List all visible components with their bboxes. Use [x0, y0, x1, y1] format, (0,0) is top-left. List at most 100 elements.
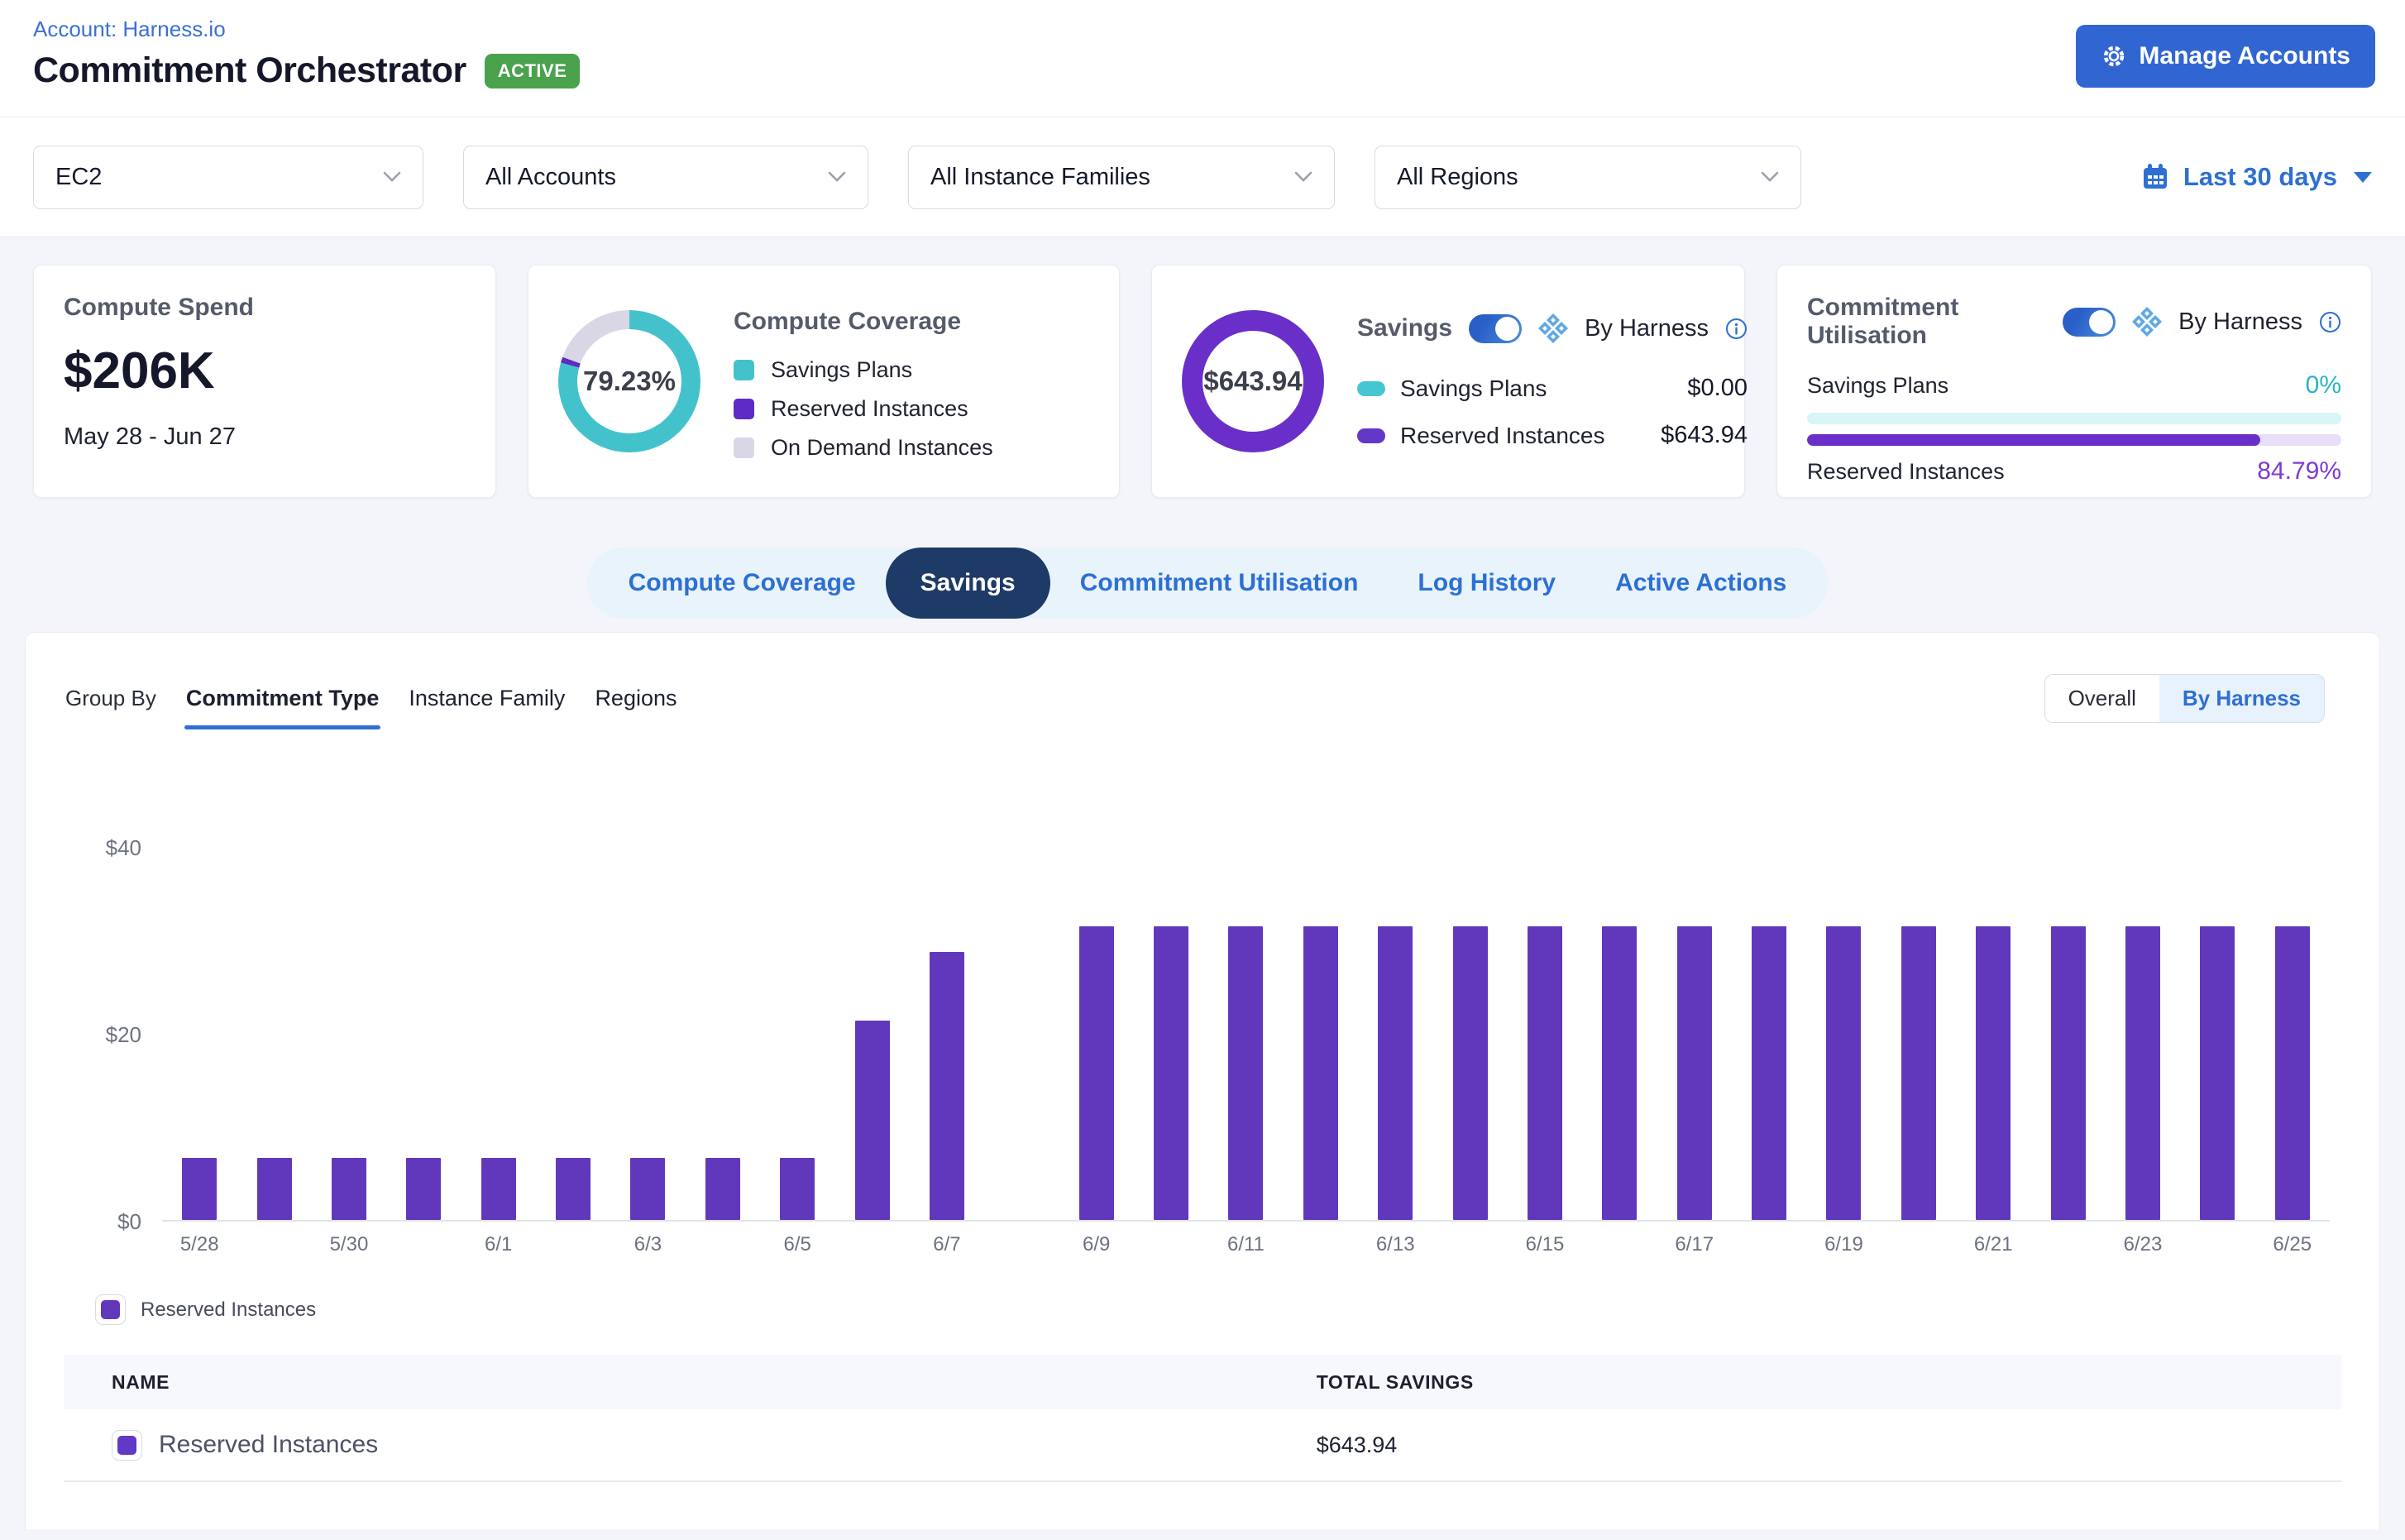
manage-accounts-button[interactable]: Manage Accounts — [2076, 25, 2375, 88]
bar-6/19[interactable] — [1826, 926, 1861, 1220]
info-icon[interactable] — [1725, 318, 1748, 340]
harness-logo-icon — [2132, 307, 2162, 337]
util-reserved-instances-label: Reserved Instances — [1807, 459, 2005, 485]
savings-donut-chart[interactable]: $643.94 — [1182, 310, 1324, 452]
accounts-select[interactable]: All Accounts — [463, 146, 868, 209]
view-toggle-overall[interactable]: Overall — [2045, 675, 2159, 722]
bar-slot-6/18[interactable] — [1732, 848, 1806, 1220]
bar-6/9[interactable] — [1079, 926, 1114, 1220]
savings-total: $643.94 — [1203, 366, 1302, 397]
bar-6/13[interactable] — [1378, 926, 1413, 1220]
bar-6/1[interactable] — [481, 1158, 516, 1220]
bar-slot-6/17[interactable] — [1657, 848, 1732, 1220]
regions-select[interactable]: All Regions — [1375, 146, 1801, 209]
bar-slot-6/22[interactable] — [2030, 848, 2105, 1220]
tab-active-actions[interactable]: Active Actions — [1585, 548, 1816, 619]
bar-6/11[interactable] — [1228, 926, 1263, 1220]
bar-6/6[interactable] — [855, 1021, 890, 1220]
bar-slot-5/28[interactable] — [162, 848, 237, 1220]
bar-6/3[interactable] — [630, 1158, 665, 1220]
info-icon[interactable] — [2319, 311, 2341, 333]
tab-savings[interactable]: Savings — [886, 548, 1050, 619]
bar-slot-5/29[interactable] — [237, 848, 311, 1220]
bar-6/5[interactable] — [780, 1158, 815, 1220]
savings-plans-label: Savings Plans — [1400, 375, 1547, 402]
bar-6/25[interactable] — [2275, 926, 2310, 1220]
bar-6/23[interactable] — [2125, 926, 2160, 1220]
bar-slot-5/30[interactable] — [312, 848, 386, 1220]
chart-legend-swatch[interactable] — [95, 1294, 126, 1325]
bar-5/30[interactable] — [332, 1158, 366, 1220]
bar-6/2[interactable] — [556, 1158, 590, 1220]
bar-slot-6/6[interactable] — [834, 848, 909, 1220]
bar-slot-6/12[interactable] — [1284, 848, 1358, 1220]
bar-slot-6/24[interactable] — [2180, 848, 2254, 1220]
bar-slot-6/5[interactable] — [760, 848, 834, 1220]
bar-6/16[interactable] — [1602, 926, 1637, 1220]
utilisation-by-harness-toggle[interactable] — [2063, 308, 2116, 337]
view-toggle-by-harness[interactable]: By Harness — [2159, 675, 2324, 722]
savings-by-harness-toggle[interactable] — [1469, 314, 1522, 343]
by-harness-label: By Harness — [1585, 315, 1709, 342]
table-header: NAME TOTAL SAVINGS — [64, 1355, 2341, 1409]
by-harness-label: By Harness — [2178, 308, 2302, 336]
savings-plans-value: $0.00 — [1687, 375, 1748, 402]
bar-6/10[interactable] — [1154, 926, 1188, 1220]
bar-5/29[interactable] — [257, 1158, 292, 1220]
x-tick-label — [2030, 1233, 2105, 1256]
compute-spend-card: Compute Spend $206K May 28 - Jun 27 — [33, 265, 496, 498]
bar-slot-6/19[interactable] — [1806, 848, 1881, 1220]
tab-log-history[interactable]: Log History — [1388, 548, 1585, 619]
bar-slot-6/21[interactable] — [1956, 848, 2030, 1220]
tab-compute-coverage[interactable]: Compute Coverage — [599, 548, 886, 619]
bar-slot-6/13[interactable] — [1358, 848, 1432, 1220]
bar-slot-6/25[interactable] — [2255, 848, 2330, 1220]
compute-coverage-percent: 79.23% — [577, 329, 681, 433]
bar-slot-6/20[interactable] — [1881, 848, 1956, 1220]
bar-6/7[interactable] — [930, 952, 964, 1220]
bar-slot-6/14[interactable] — [1432, 848, 1507, 1220]
bar-slot-6/7[interactable] — [910, 848, 984, 1220]
bar-slot-6/9[interactable] — [1059, 848, 1134, 1220]
bar-6/18[interactable] — [1752, 926, 1786, 1220]
account-breadcrumb-link[interactable]: Account: Harness.io — [33, 17, 226, 42]
group-by-option-commitment-type[interactable]: Commitment Type — [186, 686, 380, 711]
service-select[interactable]: EC2 — [33, 146, 423, 209]
bar-6/22[interactable] — [2051, 926, 2086, 1220]
bar-6/21[interactable] — [1976, 926, 2011, 1220]
bar-6/24[interactable] — [2200, 926, 2235, 1220]
bar-slot-6/15[interactable] — [1508, 848, 1582, 1220]
bar-slot-6/10[interactable] — [1134, 848, 1208, 1220]
bar-slot-6/23[interactable] — [2106, 848, 2180, 1220]
x-tick-label — [386, 1233, 461, 1256]
bar-5/31[interactable] — [406, 1158, 441, 1220]
compute-spend-period: May 28 - Jun 27 — [64, 423, 466, 451]
bar-slot-6/3[interactable] — [610, 848, 685, 1220]
bar-6/12[interactable] — [1303, 926, 1338, 1220]
bar-slot-6/4[interactable] — [686, 848, 760, 1220]
bar-slot-5/31[interactable] — [386, 848, 461, 1220]
tab-commitment-utilisation[interactable]: Commitment Utilisation — [1050, 548, 1389, 619]
table-row: Reserved Instances$643.94 — [64, 1409, 2341, 1482]
date-range-picker[interactable]: Last 30 days — [2140, 162, 2372, 192]
bar-6/20[interactable] — [1901, 926, 1936, 1220]
bar-5/28[interactable] — [182, 1158, 217, 1220]
bar-slot-6/1[interactable] — [461, 848, 536, 1220]
bar-6/14[interactable] — [1453, 926, 1488, 1220]
bar-6/17[interactable] — [1677, 926, 1712, 1220]
instance-families-select-value: All Instance Families — [930, 164, 1150, 191]
bar-slot-6/2[interactable] — [536, 848, 610, 1220]
bar-slot-6/8[interactable] — [984, 848, 1059, 1220]
instance-families-select[interactable]: All Instance Families — [908, 146, 1335, 209]
bar-slot-6/11[interactable] — [1208, 848, 1283, 1220]
bar-6/15[interactable] — [1528, 926, 1562, 1220]
x-tick-label — [1284, 1233, 1358, 1256]
coverage-legend-item: Savings Plans — [734, 357, 993, 383]
bar-slot-6/16[interactable] — [1582, 848, 1657, 1220]
bar-6/4[interactable] — [705, 1158, 740, 1220]
chart-plot: $0$20$40 — [162, 848, 2330, 1222]
x-tick-label — [1432, 1233, 1507, 1256]
group-by-option-regions[interactable]: Regions — [595, 686, 677, 711]
group-by-option-instance-family[interactable]: Instance Family — [409, 686, 565, 711]
compute-coverage-donut-chart[interactable]: 79.23% — [558, 310, 700, 452]
